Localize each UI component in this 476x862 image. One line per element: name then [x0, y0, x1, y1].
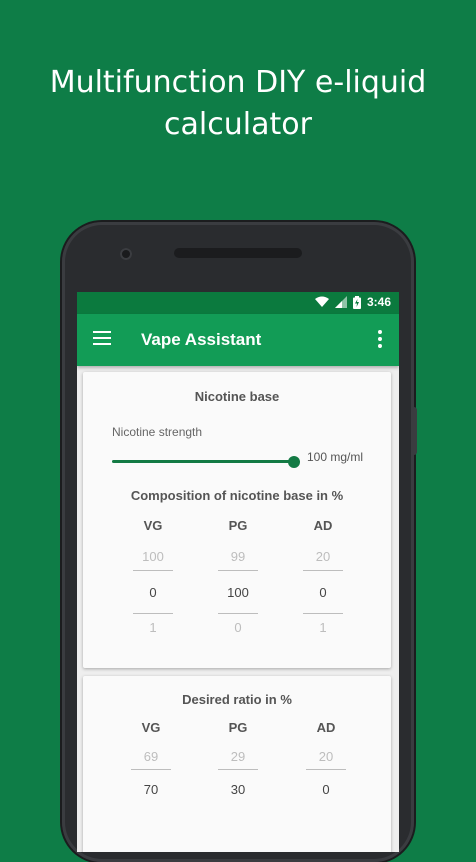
desired-ratio-title: Desired ratio in % [182, 692, 292, 707]
power-button [412, 407, 417, 455]
nicotine-strength-slider[interactable] [112, 460, 294, 463]
phone-frame: 3:46 Vape Assistant Nicotine base Nicoti… [62, 222, 417, 862]
ratio-pg-prev-value: 29 [230, 749, 246, 764]
ratio-pg-value[interactable]: 30 [208, 782, 268, 797]
picker-divider [218, 613, 258, 614]
nicotine-strength-value: 100 mg/ml [307, 450, 364, 464]
nicotine-strength-label: Nicotine strength [112, 425, 203, 439]
app-title: Vape Assistant [141, 330, 262, 349]
hamburger-menu-icon[interactable] [93, 331, 111, 349]
ad-prev-value: 20 [315, 549, 331, 564]
wifi-icon [314, 296, 329, 307]
ratio-ad-column: AD 20 0 [296, 720, 356, 797]
picker-divider [131, 769, 171, 770]
ratio-ad-header: AD [316, 720, 336, 735]
app-screen: 3:46 Vape Assistant Nicotine base Nicoti… [77, 292, 399, 852]
pg-column: PG 99 100 0 [208, 518, 268, 635]
nicotine-base-title: Nicotine base [194, 389, 280, 404]
picker-divider [218, 570, 258, 571]
pg-next-value: 0 [234, 620, 242, 635]
headline-line-1: Multifunction DIY e-liquid [49, 65, 427, 100]
picker-divider [303, 570, 343, 571]
composition-title: Composition of nicotine base in % [130, 488, 344, 503]
vg-column: VG 100 0 1 [123, 518, 183, 635]
promo-headline: Multifunction DIY e-liquid calculator [0, 62, 476, 146]
ratio-ad-value[interactable]: 0 [296, 782, 356, 797]
picker-divider [306, 769, 346, 770]
ad-header: AD [313, 518, 333, 533]
pg-value[interactable]: 100 [208, 585, 268, 600]
headline-line-2: calculator [164, 107, 312, 142]
vg-value[interactable]: 0 [123, 585, 183, 600]
ad-value[interactable]: 0 [293, 585, 353, 600]
pg-header: PG [228, 518, 248, 533]
nicotine-base-card: Nicotine base Nicotine strength 100 mg/m… [83, 372, 391, 668]
status-time: 3:46 [366, 295, 391, 309]
vg-header: VG [143, 518, 163, 533]
app-bar: Vape Assistant [77, 314, 399, 366]
picker-divider [218, 769, 258, 770]
desired-ratio-card: Desired ratio in % VG 69 70 PG 29 30 AD … [83, 676, 391, 852]
ratio-ad-prev-value: 20 [318, 749, 334, 764]
ratio-pg-header: PG [228, 720, 248, 735]
cell-signal-icon [334, 296, 347, 308]
status-bar: 3:46 [77, 292, 399, 314]
picker-divider [133, 570, 173, 571]
ratio-vg-prev-value: 69 [143, 749, 159, 764]
ratio-vg-column: VG 69 70 [121, 720, 181, 797]
earpiece-speaker [174, 248, 302, 258]
ratio-pg-column: PG 29 30 [208, 720, 268, 797]
picker-divider [133, 613, 173, 614]
ad-next-value: 1 [319, 620, 327, 635]
ratio-vg-value[interactable]: 70 [121, 782, 181, 797]
pg-prev-value: 99 [230, 549, 246, 564]
vg-next-value: 1 [149, 620, 157, 635]
slider-thumb[interactable] [288, 456, 300, 468]
battery-charging-icon [352, 295, 361, 309]
picker-divider [303, 613, 343, 614]
front-camera [120, 248, 132, 260]
vg-prev-value: 100 [142, 549, 164, 564]
ad-column: AD 20 0 1 [293, 518, 353, 635]
overflow-menu-icon[interactable] [377, 330, 383, 350]
ratio-vg-header: VG [141, 720, 161, 735]
